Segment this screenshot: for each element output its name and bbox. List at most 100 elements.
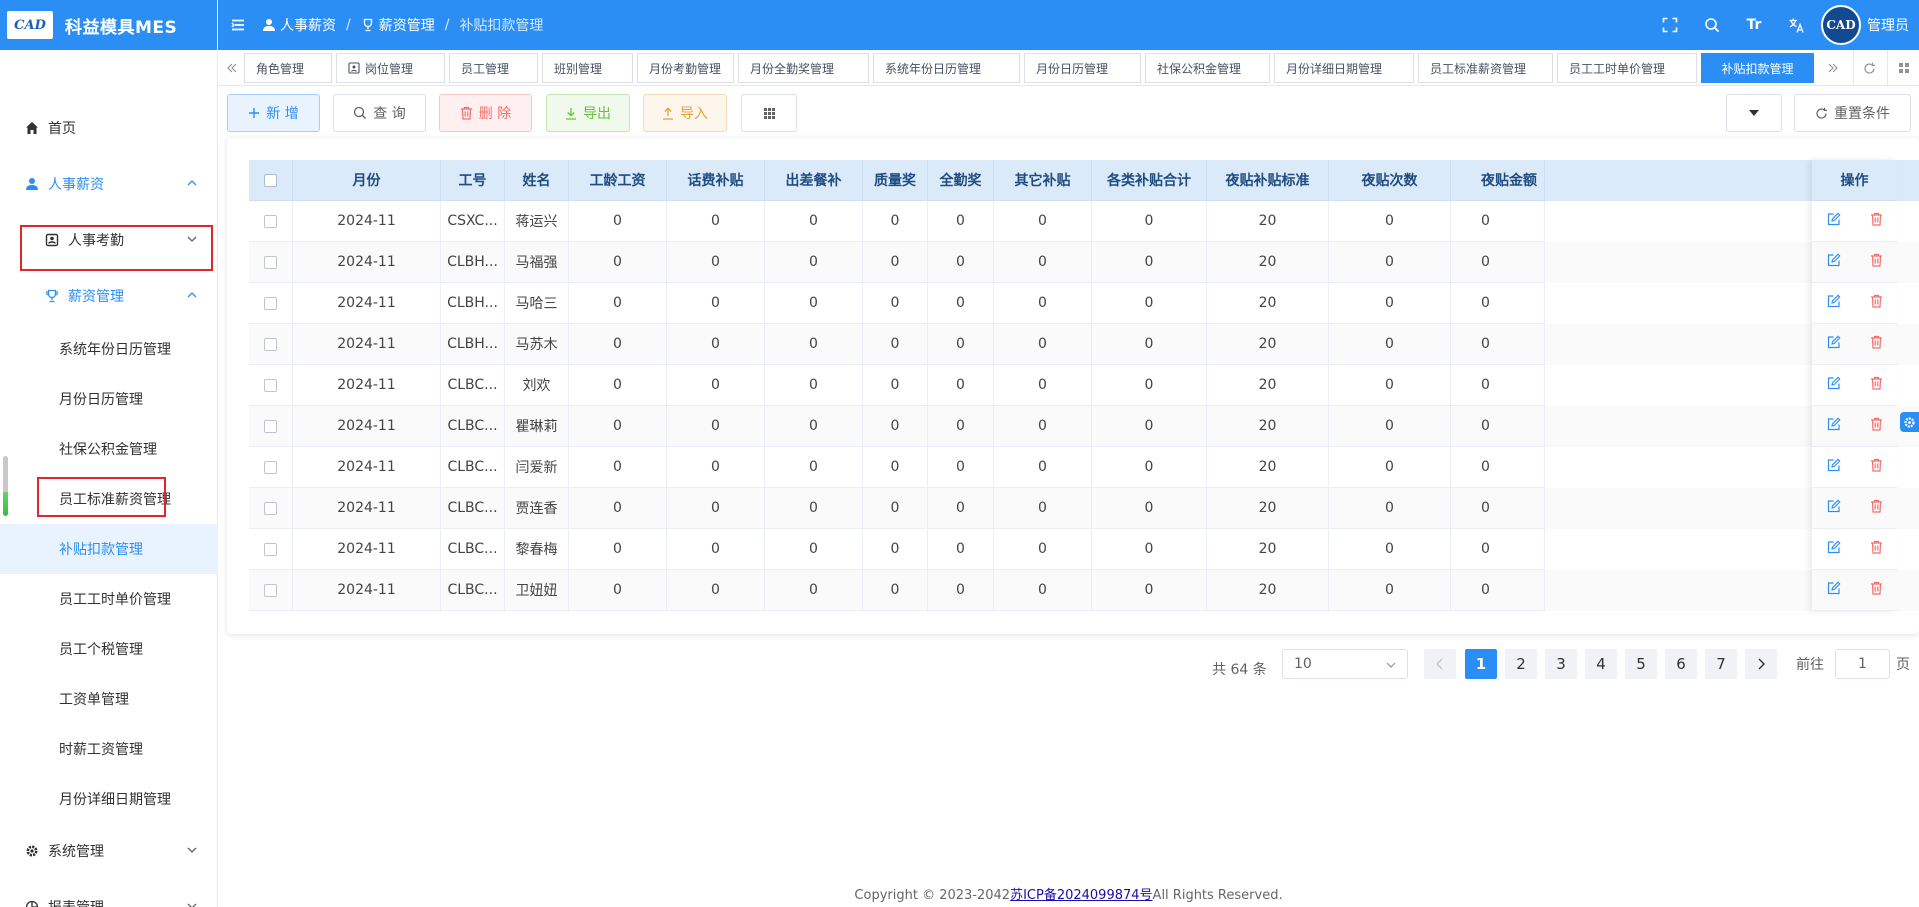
edit-icon[interactable] bbox=[1827, 335, 1841, 353]
page-size-select[interactable]: 10 bbox=[1282, 649, 1408, 679]
query-button[interactable]: 查 询 bbox=[333, 94, 426, 132]
sidebar-item-hr-attendance[interactable]: 人事考勤 bbox=[0, 220, 218, 260]
delete-button[interactable]: 删 除 bbox=[439, 94, 532, 132]
settings-float-icon[interactable] bbox=[1900, 412, 1919, 432]
tab-item[interactable]: 员工管理 bbox=[449, 53, 538, 83]
row-checkbox[interactable] bbox=[264, 214, 277, 228]
trash-icon[interactable] bbox=[1870, 212, 1883, 230]
add-button[interactable]: 新 增 bbox=[227, 94, 320, 132]
column-header[interactable]: 夜贴次数 bbox=[1329, 160, 1451, 201]
table-row[interactable]: 2024-11 CLBC... 闫爱新 0 0 0 0 0 0 0 20 0 0 bbox=[249, 447, 1919, 488]
prev-page-button[interactable] bbox=[1424, 649, 1456, 679]
sidebar-item-home[interactable]: 首页 bbox=[0, 108, 218, 148]
refresh-icon[interactable] bbox=[1853, 50, 1885, 86]
column-header[interactable]: 姓名 bbox=[505, 160, 569, 201]
column-header[interactable]: 质量奖 bbox=[863, 160, 928, 201]
row-checkbox[interactable] bbox=[264, 501, 277, 515]
column-header[interactable]: 其它补贴 bbox=[994, 160, 1092, 201]
page-number-button[interactable]: 7 bbox=[1705, 649, 1737, 679]
row-checkbox[interactable] bbox=[264, 378, 277, 392]
edit-icon[interactable] bbox=[1827, 253, 1841, 271]
tab-item[interactable]: 月份详细日期管理 bbox=[1274, 53, 1414, 83]
breadcrumb-item[interactable]: 薪资管理 bbox=[361, 15, 435, 35]
fullscreen-icon[interactable] bbox=[1661, 16, 1679, 34]
table-row[interactable]: 2024-11 CLBH... 马苏木 0 0 0 0 0 0 0 20 0 0 bbox=[249, 324, 1919, 365]
row-checkbox[interactable] bbox=[264, 337, 277, 351]
sidebar-item-year-calendar[interactable]: 系统年份日历管理 bbox=[0, 329, 218, 369]
trash-icon[interactable] bbox=[1870, 458, 1883, 476]
column-header[interactable]: 月份 bbox=[293, 160, 441, 201]
edit-icon[interactable] bbox=[1827, 458, 1841, 476]
column-header[interactable]: 夜贴金额 bbox=[1451, 160, 1545, 201]
language-icon[interactable] bbox=[1787, 16, 1805, 34]
sidebar-item-month-calendar[interactable]: 月份日历管理 bbox=[0, 379, 218, 419]
sidebar-item-hr-salary[interactable]: 人事薪资 bbox=[0, 164, 218, 204]
column-header[interactable]: 各类补贴合计 bbox=[1092, 160, 1207, 201]
tabs-menu-icon[interactable] bbox=[1887, 50, 1919, 86]
trash-icon[interactable] bbox=[1870, 417, 1883, 435]
tabs-scroll-right-icon[interactable] bbox=[1819, 50, 1847, 86]
tab-item[interactable]: 月份考勤管理 bbox=[637, 53, 734, 83]
menu-toggle-icon[interactable] bbox=[230, 17, 246, 33]
column-header[interactable]: 出差餐补 bbox=[765, 160, 863, 201]
tab-item[interactable]: 系统年份日历管理 bbox=[873, 53, 1020, 83]
sidebar-item-month-detail[interactable]: 月份详细日期管理 bbox=[0, 779, 218, 819]
icp-link[interactable]: 苏ICP备2024099874号 bbox=[1010, 888, 1152, 903]
trash-icon[interactable] bbox=[1870, 376, 1883, 394]
edit-icon[interactable] bbox=[1827, 376, 1841, 394]
sidebar-item-hourly-wage[interactable]: 时薪工资管理 bbox=[0, 729, 218, 769]
export-button[interactable]: 导出 bbox=[546, 94, 630, 132]
tab-item[interactable]: 社保公积金管理 bbox=[1145, 53, 1270, 83]
trash-icon[interactable] bbox=[1870, 499, 1883, 517]
table-row[interactable]: 2024-11 CLBC... 卫妞妞 0 0 0 0 0 0 0 20 0 0 bbox=[249, 570, 1919, 611]
page-number-button[interactable]: 1 bbox=[1465, 649, 1497, 679]
sidebar-item-salary-mgmt[interactable]: 薪资管理 bbox=[0, 276, 218, 316]
tab-item[interactable]: 角色管理 bbox=[244, 53, 332, 83]
table-row[interactable]: 2024-11 CLBC... 刘欢 0 0 0 0 0 0 0 20 0 0 bbox=[249, 365, 1919, 406]
import-button[interactable]: 导入 bbox=[643, 94, 727, 132]
tab-item[interactable]: 员工工时单价管理 bbox=[1557, 53, 1697, 83]
breadcrumb-item[interactable]: 人事薪资 bbox=[262, 15, 336, 35]
page-number-button[interactable]: 2 bbox=[1505, 649, 1537, 679]
next-page-button[interactable] bbox=[1745, 649, 1777, 679]
sidebar-item-system-mgmt[interactable]: 系统管理 bbox=[0, 831, 218, 871]
tab-item[interactable]: 补贴扣款管理 bbox=[1701, 53, 1814, 83]
table-row[interactable]: 2024-11 CLBC... 瞿琳莉 0 0 0 0 0 0 0 20 0 0 bbox=[249, 406, 1919, 447]
row-checkbox[interactable] bbox=[264, 542, 277, 556]
row-checkbox[interactable] bbox=[264, 255, 277, 269]
table-row[interactable]: 2024-11 CLBH... 马福强 0 0 0 0 0 0 0 20 0 0 bbox=[249, 242, 1919, 283]
column-header[interactable]: 夜贴补贴标准 bbox=[1207, 160, 1329, 201]
sidebar-item-report-mgmt[interactable]: 报表管理 bbox=[0, 887, 218, 907]
edit-icon[interactable] bbox=[1827, 581, 1841, 599]
row-checkbox[interactable] bbox=[264, 583, 277, 597]
sidebar-item-income-tax[interactable]: 员工个税管理 bbox=[0, 629, 218, 669]
column-settings-button[interactable] bbox=[741, 94, 797, 132]
column-header[interactable]: 全勤奖 bbox=[928, 160, 994, 201]
font-size-icon[interactable]: Tr bbox=[1745, 16, 1763, 34]
trash-icon[interactable] bbox=[1870, 294, 1883, 312]
tab-item[interactable]: 岗位管理 bbox=[336, 53, 445, 83]
edit-icon[interactable] bbox=[1827, 417, 1841, 435]
sidebar-item-allowance-deduction[interactable]: 补贴扣款管理 bbox=[0, 524, 218, 574]
user-name[interactable]: 管理员 bbox=[1867, 15, 1909, 35]
page-number-button[interactable]: 6 bbox=[1665, 649, 1697, 679]
sidebar-item-payslip[interactable]: 工资单管理 bbox=[0, 679, 218, 719]
edit-icon[interactable] bbox=[1827, 499, 1841, 517]
column-header[interactable]: 工龄工资 bbox=[569, 160, 667, 201]
edit-icon[interactable] bbox=[1827, 212, 1841, 230]
avatar[interactable]: CAD bbox=[1821, 5, 1861, 45]
tab-item[interactable]: 月份日历管理 bbox=[1024, 53, 1141, 83]
table-row[interactable]: 2024-11 CLBC... 黎春梅 0 0 0 0 0 0 0 20 0 0 bbox=[249, 529, 1919, 570]
table-row[interactable]: 2024-11 CSXC... 蒋运兴 0 0 0 0 0 0 0 20 0 0 bbox=[249, 201, 1919, 242]
row-checkbox[interactable] bbox=[264, 296, 277, 310]
edit-icon[interactable] bbox=[1827, 294, 1841, 312]
trash-icon[interactable] bbox=[1870, 540, 1883, 558]
tab-item[interactable]: 班别管理 bbox=[542, 53, 633, 83]
trash-icon[interactable] bbox=[1870, 581, 1883, 599]
column-header[interactable]: 话费补贴 bbox=[667, 160, 765, 201]
table-row[interactable]: 2024-11 CLBC... 贾连香 0 0 0 0 0 0 0 20 0 0 bbox=[249, 488, 1919, 529]
edit-icon[interactable] bbox=[1827, 540, 1841, 558]
page-number-button[interactable]: 3 bbox=[1545, 649, 1577, 679]
column-header[interactable]: 工号 bbox=[441, 160, 505, 201]
trash-icon[interactable] bbox=[1870, 335, 1883, 353]
